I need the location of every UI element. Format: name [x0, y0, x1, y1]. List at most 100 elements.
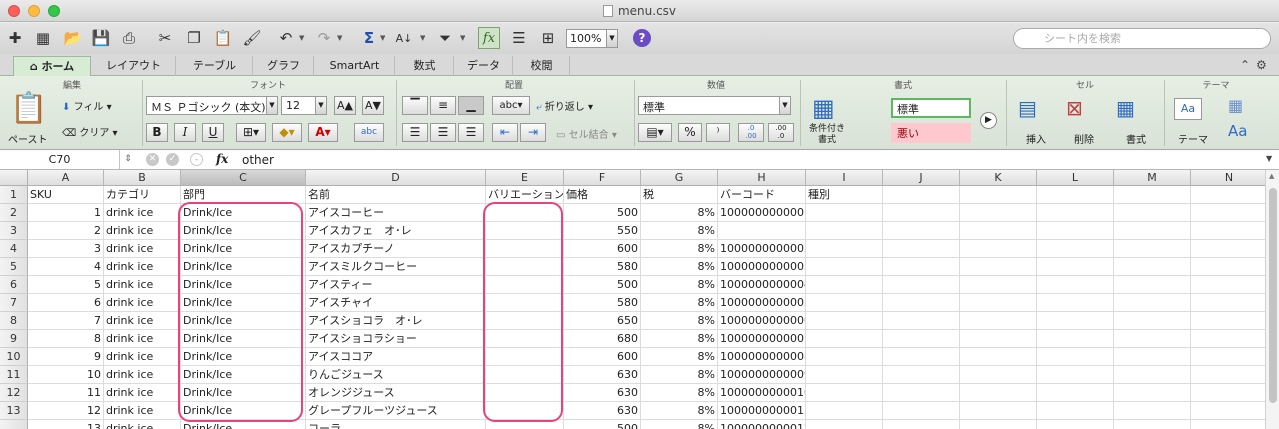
table-cell[interactable]: オレンジジュース	[306, 384, 486, 402]
table-cell[interactable]: 500	[564, 420, 641, 429]
conditional-format-icon[interactable]: ▦	[812, 94, 835, 122]
table-cell[interactable]: 1000000000011	[718, 402, 806, 420]
table-cell[interactable]	[486, 240, 564, 258]
table-cell[interactable]: アイスティー	[306, 276, 486, 294]
table-cell[interactable]: コーラ	[306, 420, 486, 429]
formula-dropdown-icon[interactable]: -	[190, 153, 203, 166]
table-cell[interactable]: 1	[28, 204, 104, 222]
table-cell[interactable]	[718, 222, 806, 240]
header-cell[interactable]	[1191, 186, 1265, 204]
fill-color-icon[interactable]: ◆▾	[272, 123, 302, 142]
redo-dropdown-icon[interactable]: ▼	[337, 34, 342, 42]
column-header-a[interactable]: A	[28, 170, 104, 186]
table-cell[interactable]: drink ice	[104, 366, 181, 384]
table-cell[interactable]	[960, 294, 1037, 312]
cancel-icon[interactable]: ✕	[146, 153, 159, 166]
phonetic-icon[interactable]: abc	[354, 123, 384, 142]
table-cell[interactable]	[1114, 420, 1191, 429]
table-cell[interactable]: 600	[564, 240, 641, 258]
table-cell[interactable]: 10	[28, 366, 104, 384]
table-cell[interactable]: アイスカフェ オ･レ	[306, 222, 486, 240]
increase-font-icon[interactable]: A▲	[334, 96, 356, 115]
decrease-indent-icon[interactable]: ⇤	[492, 123, 518, 142]
table-cell[interactable]: Drink/Ice	[181, 366, 306, 384]
tab-tables[interactable]: テーブル	[177, 56, 253, 76]
theme-fonts-icon[interactable]: Aa	[1228, 122, 1247, 140]
align-middle-icon[interactable]: ≡	[430, 96, 456, 115]
wrap-text-button[interactable]: ⤶ 折り返し ▾	[536, 98, 593, 113]
table-cell[interactable]: Drink/Ice	[181, 330, 306, 348]
table-cell[interactable]: 500	[564, 276, 641, 294]
table-cell[interactable]	[960, 258, 1037, 276]
table-cell[interactable]: アイスショコラショー	[306, 330, 486, 348]
table-cell[interactable]: アイスカプチーノ	[306, 240, 486, 258]
table-cell[interactable]: Drink/Ice	[181, 384, 306, 402]
table-cell[interactable]	[806, 402, 883, 420]
row-header[interactable]: 10	[0, 348, 28, 366]
table-cell[interactable]: アイスミルクコーヒー	[306, 258, 486, 276]
table-cell[interactable]: 8%	[641, 384, 718, 402]
align-right-icon[interactable]: ☰	[458, 123, 484, 142]
paste-icon[interactable]: 📋	[212, 27, 234, 49]
table-cell[interactable]: Drink/Ice	[181, 258, 306, 276]
table-cell[interactable]	[883, 204, 960, 222]
themes-label[interactable]: テーマ	[1178, 131, 1208, 146]
table-cell[interactable]	[1037, 222, 1114, 240]
theme-colors-icon[interactable]: ▦	[1228, 96, 1243, 115]
header-cell[interactable]: SKU	[28, 186, 104, 204]
header-cell[interactable]	[1114, 186, 1191, 204]
select-all-corner[interactable]	[0, 170, 28, 186]
table-cell[interactable]	[960, 420, 1037, 429]
confirm-icon[interactable]: ✓	[166, 153, 179, 166]
table-cell[interactable]	[1037, 420, 1114, 429]
table-cell[interactable]: アイスショコラ オ･レ	[306, 312, 486, 330]
table-cell[interactable]: drink ice	[104, 204, 181, 222]
table-cell[interactable]	[486, 276, 564, 294]
table-cell[interactable]: 580	[564, 258, 641, 276]
table-cell[interactable]: drink ice	[104, 402, 181, 420]
header-cell[interactable]: 税	[641, 186, 718, 204]
column-header-i[interactable]: I	[806, 170, 883, 186]
tab-data[interactable]: データ	[455, 56, 513, 76]
table-cell[interactable]	[1037, 402, 1114, 420]
format-cells-icon[interactable]: ▦	[1116, 96, 1135, 120]
table-cell[interactable]: Drink/Ice	[181, 276, 306, 294]
formula-input[interactable]: other	[242, 153, 274, 167]
row-header[interactable]: 8	[0, 312, 28, 330]
header-cell[interactable]: 価格	[564, 186, 641, 204]
orientation-button[interactable]: abc▾	[492, 96, 530, 115]
table-cell[interactable]	[1037, 240, 1114, 258]
increase-decimal-button[interactable]: .0 .00	[738, 123, 764, 142]
font-name-select[interactable]: ＭＳ Ｐゴシック (本文) ▼	[146, 96, 278, 115]
name-box[interactable]: C70	[0, 150, 120, 169]
table-cell[interactable]	[883, 222, 960, 240]
insert-label[interactable]: 挿入	[1026, 131, 1046, 146]
gear-icon[interactable]: ⚙	[1256, 58, 1267, 72]
table-cell[interactable]	[486, 420, 564, 429]
column-header-g[interactable]: G	[641, 170, 718, 186]
table-cell[interactable]	[1037, 204, 1114, 222]
percent-button[interactable]: %	[678, 123, 702, 142]
insert-cells-icon[interactable]: ▤	[1018, 96, 1037, 120]
tab-home[interactable]: ⌂ ホーム	[13, 56, 91, 76]
table-cell[interactable]: Drink/Ice	[181, 204, 306, 222]
column-header-n[interactable]: N	[1191, 170, 1265, 186]
scroll-up-icon[interactable]: ▲	[1269, 172, 1274, 180]
table-cell[interactable]	[883, 402, 960, 420]
italic-button[interactable]: I	[174, 123, 196, 142]
copy-icon[interactable]: ❐	[183, 27, 205, 49]
table-cell[interactable]	[1037, 366, 1114, 384]
table-cell[interactable]: Drink/Ice	[181, 348, 306, 366]
table-cell[interactable]: Drink/Ice	[181, 240, 306, 258]
table-cell[interactable]: 8%	[641, 366, 718, 384]
table-cell[interactable]	[1114, 348, 1191, 366]
help-icon[interactable]: ?	[633, 29, 651, 47]
merge-cells-button[interactable]: ▭ セル結合 ▾	[556, 126, 617, 141]
autosum-dropdown-icon[interactable]: ▼	[380, 34, 385, 42]
open-folder-icon[interactable]: 📂	[62, 27, 84, 49]
new-workbook-icon[interactable]: ✚	[4, 27, 26, 49]
header-cell[interactable]: 名前	[306, 186, 486, 204]
table-cell[interactable]	[1114, 312, 1191, 330]
header-cell[interactable]	[1037, 186, 1114, 204]
autosum-icon[interactable]: Σ	[358, 27, 380, 49]
